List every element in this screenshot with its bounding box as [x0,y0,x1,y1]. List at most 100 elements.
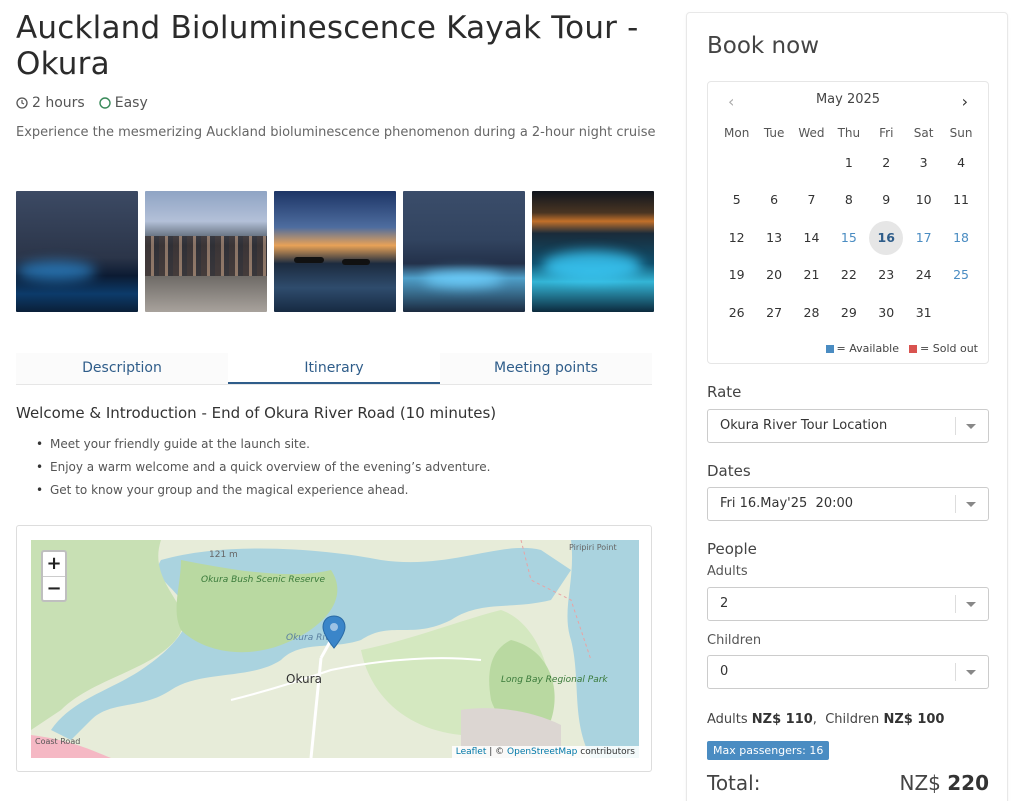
weekday-header: Mon [724,126,750,140]
map-label-park: Long Bay Regional Park [501,675,608,685]
map-label-point: Piripiri Point [569,543,617,552]
price-breakdown: Adults NZ$ 110, Children NZ$ 100 [707,712,945,727]
booking-panel: Book now ‹ May 2025 › Mon Tue Wed Thu Fri Sat… [686,12,1008,801]
map-tiles: 121 m Okura Bush Scenic Reserve Okura Ri… [31,540,639,758]
calendar-header: ‹ May 2025 › [708,92,988,112]
rate-label: Rate [707,383,742,401]
calendar-day: 9 [882,192,891,208]
available-swatch [825,345,834,353]
map-label-reserve: Okura Bush Scenic Reserve [201,575,325,585]
calendar-grid: Mon Tue Wed Thu Fri Sat Sun 1 2 3 4 5 6 7 8 9 10 11 12 13 14… [718,122,980,331]
next-month-button[interactable]: › [962,92,968,111]
list-item: Enjoy a warm welcome and a quick overvie… [36,460,636,474]
calendar-day: 7 [807,192,816,208]
total-row: Total: NZ$ 220 [707,771,989,795]
gallery-photo-4[interactable] [403,191,525,312]
map-container: 121 m Okura Bush Scenic Reserve Okura Ri… [16,525,652,772]
clock-icon [16,97,28,109]
calendar-day: 23 [878,267,895,283]
page-title: Auckland Bioluminescence Kayak Tour - Ok… [16,10,639,82]
leaflet-link[interactable]: Leaflet [456,747,487,757]
calendar-day: 5 [732,192,741,208]
duration-text: 2 hours [32,95,85,111]
tour-tabs: Description Itinerary Meeting points [16,353,652,385]
chevron-down-icon [966,502,976,507]
tab-description[interactable]: Description [16,353,228,384]
gallery-photo-3[interactable] [274,191,396,312]
adults-label: Adults [707,564,748,579]
zoom-out-button[interactable]: − [43,576,65,600]
gallery-photo-5[interactable] [532,191,654,312]
map[interactable]: 121 m Okura Bush Scenic Reserve Okura Ri… [31,540,639,758]
zoom-in-button[interactable]: + [43,552,65,576]
weekday-header: Fri [879,126,894,140]
rate-select[interactable]: Okura River Tour Location [707,409,989,443]
itinerary-section-title: Welcome & Introduction - End of Okura Ri… [16,404,497,422]
date-select[interactable]: Fri 16.May'25 20:00 [707,487,989,521]
map-label-okura: Okura [286,672,322,686]
calendar-day: 2 [882,155,891,170]
calendar-day[interactable]: 15 [830,219,867,256]
calendar-legend: = Available = Sold out [825,342,978,355]
weekday-header: Thu [837,126,861,140]
calendar-day: 13 [766,229,783,245]
duration: 2 hours [16,95,85,111]
calendar-day: 1 [844,155,853,170]
calendar-day: 19 [728,267,745,283]
calendar-day: 22 [840,267,857,283]
tab-meeting-points[interactable]: Meeting points [440,353,652,384]
prev-month-button[interactable]: ‹ [728,92,734,111]
dates-label: Dates [707,462,751,480]
osm-link[interactable]: OpenStreetMap [507,747,577,757]
children-select[interactable]: 0 [707,655,989,689]
calendar-day: 27 [766,304,783,320]
gallery-photo-1[interactable] [16,191,138,312]
weekday-header: Sun [949,126,973,140]
calendar-day: 8 [844,192,853,208]
chevron-down-icon [966,602,976,607]
calendar-day: 10 [915,192,932,208]
tour-meta: 2 hours Easy [16,95,148,111]
map-zoom-control: + − [41,550,67,602]
calendar: ‹ May 2025 › Mon Tue Wed Thu Fri Sat Sun 1 2 3 4 5 6… [707,81,989,364]
total-amount: NZ$ 220 [899,771,990,795]
list-item: Meet your friendly guide at the launch s… [36,437,636,451]
calendar-day: 30 [878,304,895,320]
gallery-photo-2[interactable] [145,191,267,312]
tab-itinerary[interactable]: Itinerary [228,353,440,384]
weekday-header: Tue [763,126,785,140]
calendar-day: 20 [766,267,783,283]
calendar-day: 31 [915,304,932,320]
calendar-day[interactable]: 17 [905,219,942,256]
chevron-down-icon [966,670,976,675]
weekday-header: Sat [913,126,934,140]
calendar-day[interactable]: 16 [868,219,905,256]
calendar-day: 21 [803,267,820,283]
children-label: Children [707,633,762,648]
calendar-day: 4 [957,155,966,170]
list-item: Get to know your group and the magical e… [36,483,636,497]
calendar-day: 11 [953,192,969,208]
itinerary-list: Meet your friendly guide at the launch s… [36,437,636,506]
calendar-day[interactable]: 25 [942,256,979,293]
calendar-day[interactable]: 18 [942,219,979,256]
calendar-day: 26 [728,304,745,320]
adults-select[interactable]: 2 [707,587,989,621]
difficulty-text: Easy [114,95,148,111]
chevron-down-icon [966,424,976,429]
map-label-elevation: 121 m [209,550,238,560]
total-label: Total: [707,771,761,795]
map-label-road: Coast Road [35,737,80,746]
calendar-day: 14 [803,229,820,245]
tour-summary: Experience the mesmerizing Auckland biol… [16,125,656,140]
booking-title: Book now [707,33,820,59]
photo-gallery [16,191,654,312]
calendar-month: May 2025 [815,92,881,107]
map-attribution: Leaflet | © OpenStreetMap contributors [451,746,639,758]
sold-out-swatch [909,345,918,353]
difficulty-icon [99,97,111,109]
calendar-day: 6 [770,192,779,208]
calendar-day: 24 [915,267,932,283]
weekday-header: Wed [798,126,825,140]
calendar-day: 3 [919,155,928,170]
